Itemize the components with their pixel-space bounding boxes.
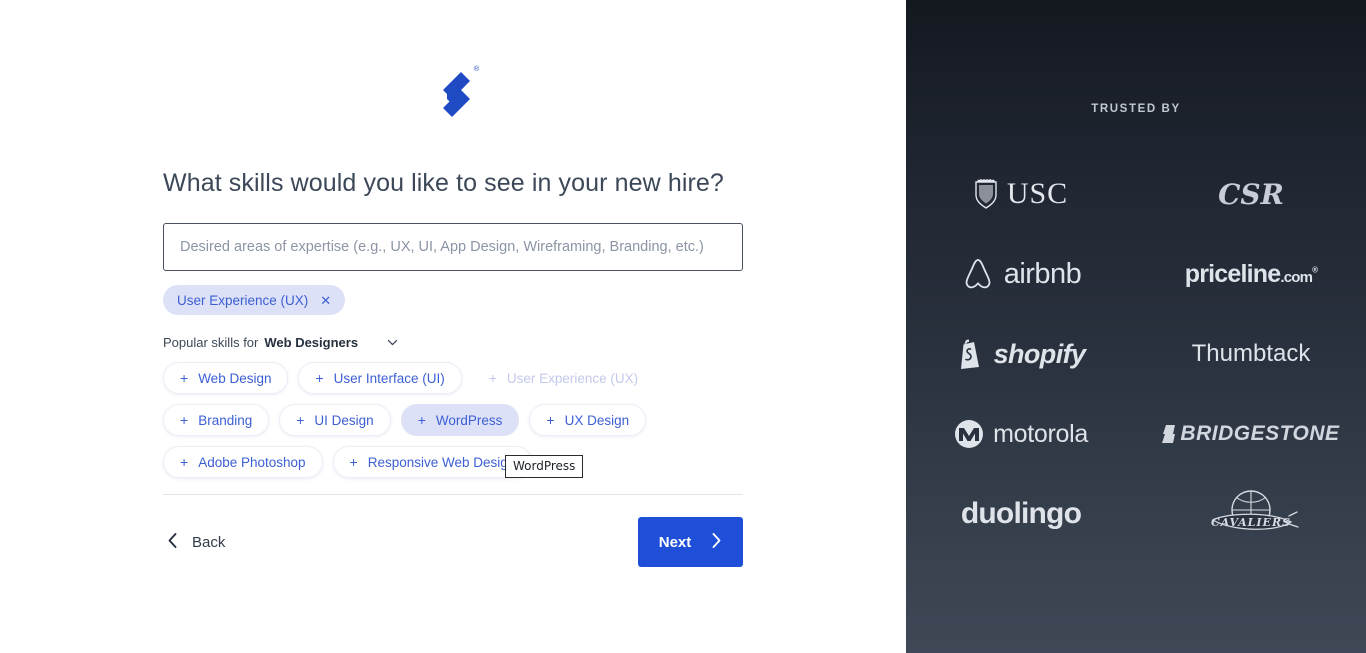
suggested-skill-chip-responsive-web-design[interactable]: + Responsive Web Design — [332, 446, 533, 479]
motorola-logo-wordmark: motorola — [993, 419, 1088, 448]
thumbtack-logo-wordmark: Thumbtack — [1191, 340, 1311, 367]
chip-label: Responsive Web Design — [367, 454, 516, 470]
footer-divider — [163, 494, 743, 496]
popular-skills-label: Popular skills for — [163, 335, 259, 351]
suggested-skills-row: + Adobe Photoshop + Responsive Web Desig… — [163, 446, 743, 479]
suggested-skill-chip-user-interface-ui[interactable]: + User Interface (UI) — [298, 362, 462, 395]
client-logo-csr: CSR — [1136, 163, 1366, 225]
chevron-left-icon — [167, 532, 178, 553]
client-logo-shopify: shopify — [906, 323, 1136, 385]
remove-skill-icon[interactable]: ✕ — [320, 294, 331, 307]
client-logo-priceline: priceline.com® — [1136, 243, 1366, 305]
plus-icon: + — [488, 370, 497, 387]
plus-icon: + — [296, 412, 305, 429]
chevron-right-icon — [711, 532, 722, 553]
search-row — [163, 223, 743, 272]
client-logo-grid: USC CSR airbnb priceline.com® shopify Th… — [906, 163, 1366, 545]
plus-icon: + — [349, 454, 358, 471]
chevron-down-icon[interactable] — [386, 336, 399, 349]
plus-icon: + — [180, 454, 189, 471]
brand-logo: ® — [163, 0, 743, 124]
suggested-skills-area: + Web Design + User Interface (UI) + Use… — [163, 362, 743, 479]
popular-skills-role: Web Designers — [264, 335, 359, 351]
next-button-label: Next — [658, 533, 692, 551]
selected-skill-label: User Experience (UX) — [177, 292, 309, 308]
client-logo-motorola: motorola — [906, 403, 1136, 465]
plus-icon: + — [546, 412, 555, 429]
priceline-registered-mark: ® — [1312, 265, 1318, 275]
page-title: What skills would you like to see in you… — [163, 169, 724, 197]
back-button[interactable]: Back — [163, 524, 229, 561]
svg-text:CAVALIERS: CAVALIERS — [1211, 516, 1291, 529]
client-logo-cavaliers: CAVALIERS — [1136, 483, 1366, 545]
client-logo-bridgestone: BRIDGESTONE — [1136, 403, 1366, 465]
chip-label: UI Design — [314, 412, 374, 428]
chip-label: Web Design — [198, 370, 272, 386]
trusted-by-title: TRUSTED BY — [1091, 103, 1181, 115]
bridgestone-mark-icon — [1162, 424, 1176, 444]
client-logo-duolingo: duolingo — [906, 483, 1136, 545]
suggested-skill-chip-branding[interactable]: + Branding — [163, 404, 270, 437]
suggested-skill-chip-wordpress[interactable]: + WordPress — [400, 404, 520, 437]
selected-skill-chip[interactable]: User Experience (UX) ✕ — [163, 285, 346, 316]
wizard-footer: Back Next — [163, 517, 743, 568]
airbnb-logo-wordmark: airbnb — [1003, 257, 1082, 290]
chip-label: UX Design — [564, 412, 630, 428]
airbnb-logo-icon — [961, 257, 995, 291]
suggested-skill-chip-adobe-photoshop[interactable]: + Adobe Photoshop — [163, 446, 323, 479]
duolingo-logo-wordmark: duolingo — [960, 497, 1082, 530]
toptal-logo-icon: ® — [425, 62, 481, 124]
trusted-by-sidebar: TRUSTED BY USC CSR airbnb priceline.com®… — [906, 0, 1366, 653]
bridgestone-logo-wordmark: BRIDGESTONE — [1180, 422, 1340, 445]
registered-mark: ® — [473, 66, 479, 73]
priceline-suffix: .com — [1280, 268, 1313, 286]
plus-icon: + — [315, 370, 324, 387]
priceline-name: priceline — [1184, 259, 1281, 288]
back-button-label: Back — [192, 533, 226, 551]
chip-tooltip: WordPress — [505, 455, 584, 479]
chip-label: Branding — [198, 412, 253, 428]
chip-label: WordPress — [435, 412, 503, 428]
suggested-skill-chip-user-experience-ux: + User Experience (UX) — [472, 362, 655, 394]
suggested-skills-row: + Branding + UI Design + WordPress + UX … — [163, 404, 743, 437]
selected-skills-list: User Experience (UX) ✕ — [163, 285, 743, 316]
client-logo-airbnb: airbnb — [906, 243, 1136, 305]
shopify-bag-icon — [957, 338, 985, 370]
usc-logo-wordmark: USC — [1006, 177, 1069, 210]
suggested-skill-chip-ux-design[interactable]: + UX Design — [529, 404, 647, 437]
suggested-skill-chip-web-design[interactable]: + Web Design — [163, 362, 289, 395]
suggested-skill-chip-ui-design[interactable]: + UI Design — [279, 404, 391, 437]
cavaliers-logo-icon: CAVALIERS — [1203, 486, 1299, 542]
shopify-logo-wordmark: shopify — [993, 338, 1086, 369]
app-screen: ® What skills would you like to see in y… — [0, 0, 1366, 653]
chip-label: Adobe Photoshop — [198, 454, 306, 470]
form-content: ® What skills would you like to see in y… — [163, 0, 743, 568]
client-logo-usc: USC — [906, 163, 1136, 225]
suggested-skills-row: + Web Design + User Interface (UI) + Use… — [163, 362, 743, 395]
csr-logo-wordmark: CSR — [1218, 177, 1284, 211]
priceline-logo-wordmark: priceline.com® — [1185, 260, 1318, 289]
chip-label: User Experience (UX) — [506, 370, 639, 386]
skills-search-input[interactable] — [163, 223, 743, 272]
motorola-m-icon — [954, 419, 984, 449]
popular-skills-header: Popular skills for Web Designers — [163, 335, 743, 350]
usc-shield-icon — [974, 179, 998, 209]
next-button[interactable]: Next — [638, 517, 743, 568]
plus-icon: + — [180, 412, 189, 429]
plus-icon: + — [417, 412, 426, 429]
plus-icon: + — [180, 370, 189, 387]
main-panel: ® What skills would you like to see in y… — [0, 0, 906, 653]
client-logo-thumbtack: Thumbtack — [1136, 323, 1366, 385]
chip-label: User Interface (UI) — [333, 370, 445, 386]
